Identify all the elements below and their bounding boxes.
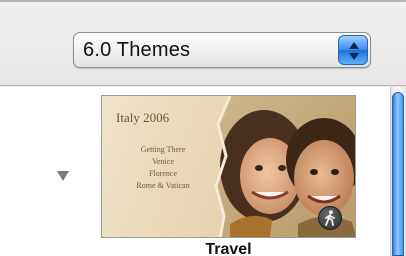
theme-name-label: Travel [205,241,252,256]
thumbnail-chapter: Getting There [140,145,186,154]
thumbnail-chapter: Florence [149,169,177,178]
travel-theme-thumbnail[interactable]: Italy 2006 Getting There Venice Florence… [101,95,356,238]
theme-list: Italy 2006 Getting There Venice Florence… [0,87,406,256]
walking-person-icon [318,206,342,230]
thumbnail-chapter: Rome & Vatican [136,181,190,190]
thumbnail-chapter: Venice [152,157,174,166]
theme-set-popup-value: 6.0 Themes [83,39,191,61]
scrollbar-thumb[interactable] [392,92,404,256]
thumbnail-title: Italy 2006 [116,110,170,125]
disclosure-triangle-down-icon[interactable] [56,169,70,187]
theme-set-popup[interactable]: 6.0 Themes [73,32,371,68]
theme-selector-bar: 6.0 Themes [0,2,406,86]
popup-arrows-icon[interactable] [338,35,368,65]
thumbnail-chapter-list: Getting There Venice Florence Rome & Vat… [122,144,204,192]
